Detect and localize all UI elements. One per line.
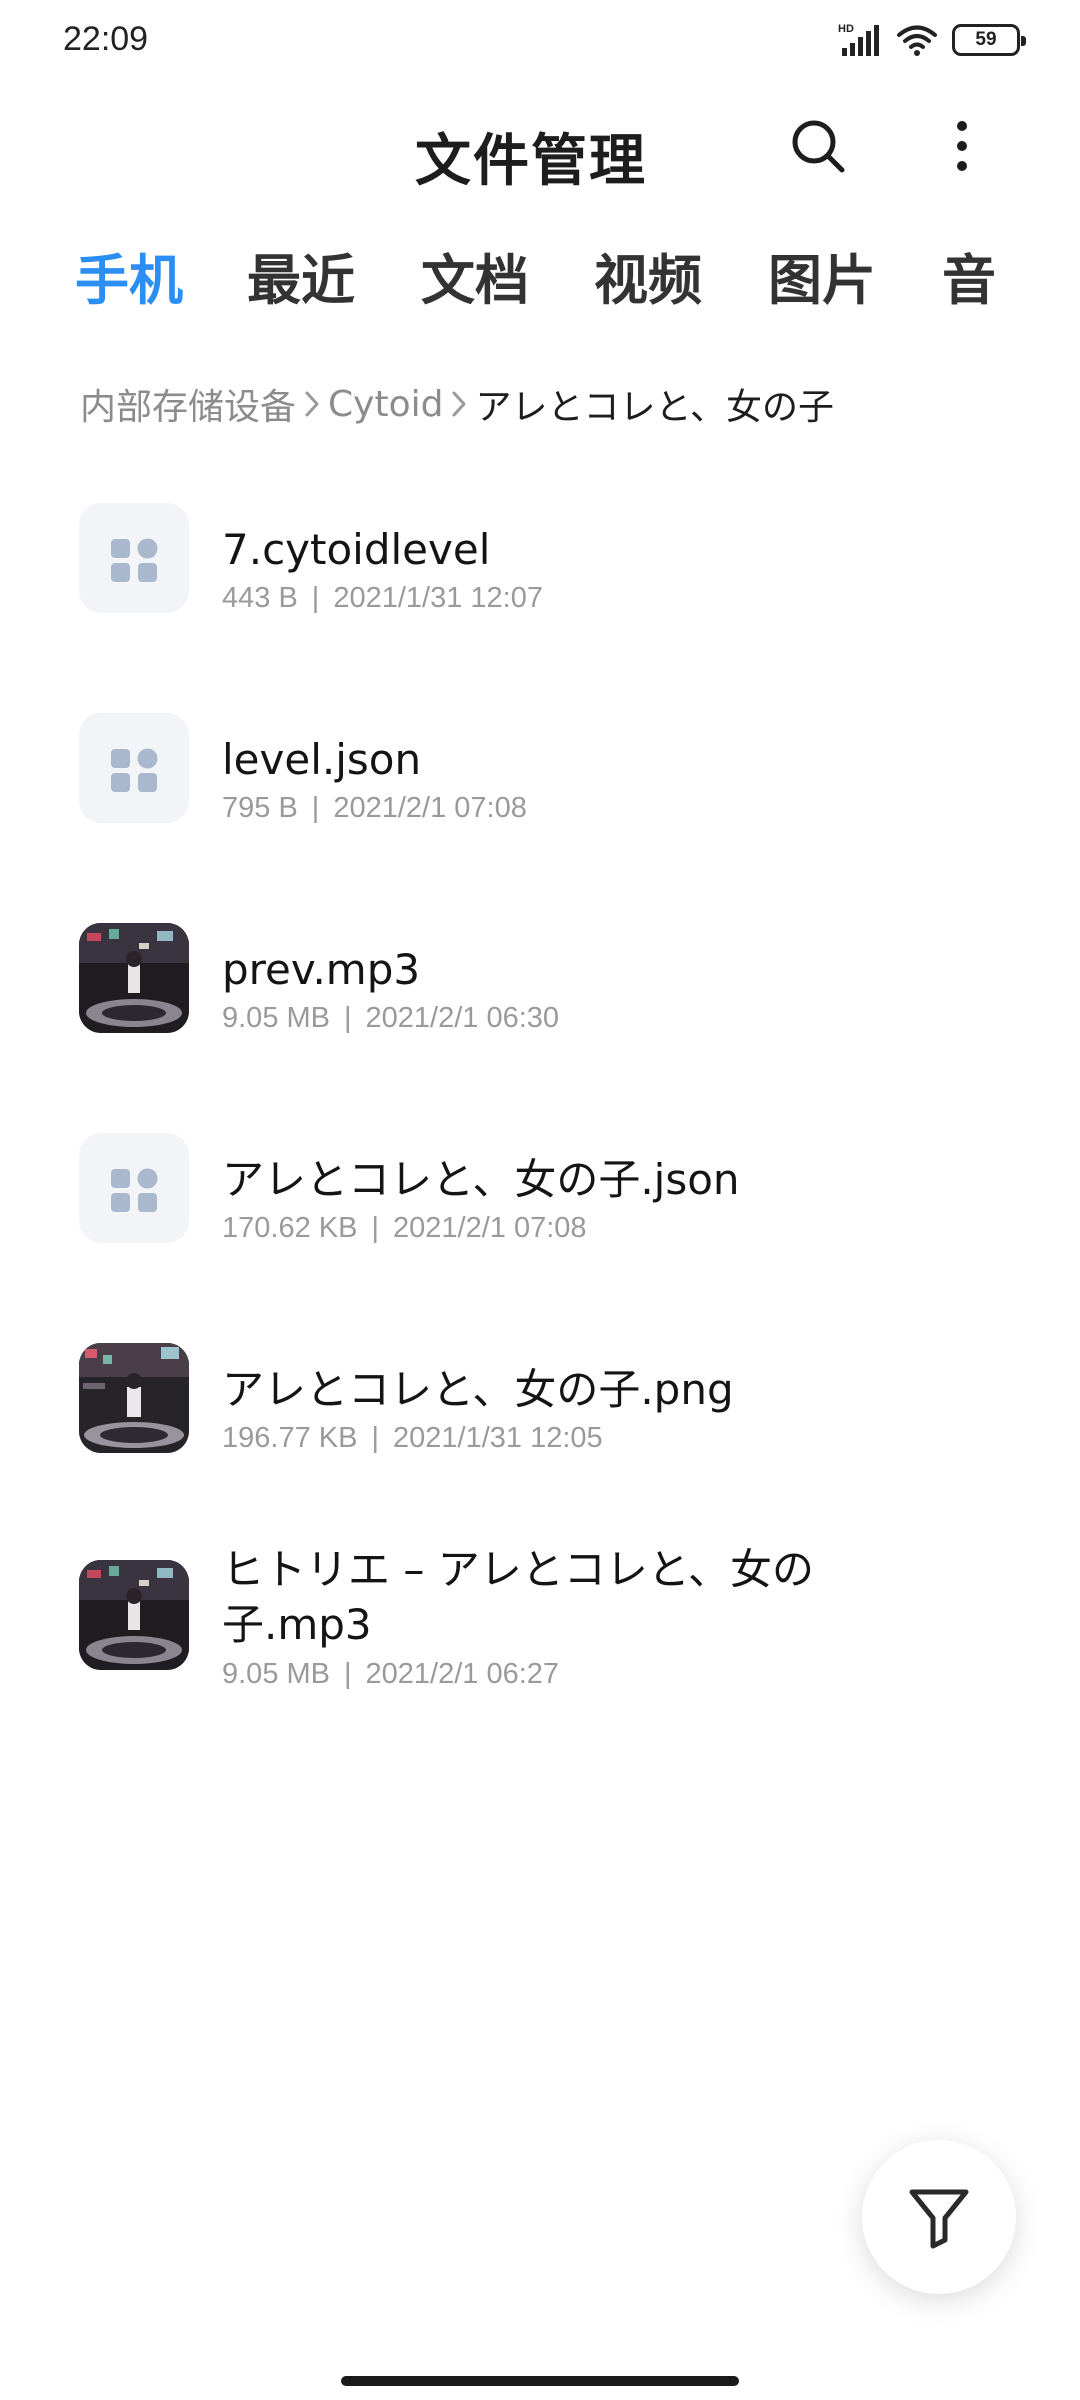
file-thumbnail — [79, 713, 189, 823]
meta-separator: | — [344, 1002, 352, 1034]
file-name: アレとコレと、女の子.png — [222, 1365, 734, 1414]
file-name: level.json — [222, 735, 422, 784]
file-name-line: ヒトリエ – アレとコレと、女の — [222, 1545, 815, 1594]
status-bar: 22:09 HD 59 — [0, 0, 1080, 84]
file-row[interactable]: prev.mp3 9.05 MB | 2021/2/1 06:30 — [0, 910, 1080, 1080]
more-options-button[interactable] — [930, 114, 994, 178]
file-size: 9.05 MB — [222, 1002, 330, 1034]
file-thumbnail — [79, 503, 189, 613]
battery-level: 59 — [975, 29, 997, 50]
meta-separator: | — [371, 1212, 379, 1244]
file-name: ヒトリエ – アレとコレと、女の 子.mp3 — [222, 1542, 822, 1652]
tab-audio[interactable]: 音 — [942, 236, 996, 315]
meta-separator: | — [311, 792, 320, 824]
battery-icon: 59 — [952, 24, 1026, 56]
album-art-thumbnail — [79, 1560, 189, 1670]
file-row[interactable]: アレとコレと、女の子.json 170.62 KB | 2021/2/1 07:08 — [0, 1120, 1080, 1290]
chevron-right-icon — [452, 391, 466, 417]
search-button[interactable] — [786, 114, 850, 178]
status-time: 22:09 — [63, 20, 149, 58]
filter-icon — [909, 2189, 969, 2249]
file-meta: 443 B | 2021/1/31 12:07 — [222, 582, 543, 615]
file-meta: 795 B | 2021/2/1 07:08 — [222, 792, 527, 825]
file-meta: 9.05 MB | 2021/2/1 06:30 — [222, 1002, 559, 1035]
breadcrumb: 内部存储设备 Cytoid アレとコレと、女の子 — [80, 376, 834, 432]
chevron-right-icon — [305, 391, 319, 417]
tab-documents[interactable]: 文档 — [421, 236, 529, 315]
tab-phone[interactable]: 手机 — [75, 236, 183, 315]
file-date: 2021/2/1 06:30 — [365, 1002, 560, 1034]
app-grid-icon — [111, 538, 158, 582]
file-row[interactable]: ヒトリエ – アレとコレと、女の 子.mp3 9.05 MB | 2021/2/1 … — [0, 1540, 1080, 1740]
album-art-thumbnail — [79, 923, 189, 1033]
meta-separator: | — [311, 582, 320, 614]
file-date: 2021/1/31 12:05 — [393, 1422, 603, 1454]
wifi-icon — [897, 25, 937, 56]
file-name: アレとコレと、女の子.json — [222, 1155, 740, 1204]
file-size: 170.62 KB — [222, 1212, 358, 1244]
title-bar: 文件管理 — [0, 96, 1080, 200]
category-tabs: 手机 最近 文档 视频 图片 音 — [0, 236, 1080, 316]
more-vertical-icon — [957, 121, 967, 171]
image-thumbnail — [79, 1343, 189, 1453]
file-thumbnail — [79, 1343, 189, 1453]
file-date: 2021/1/31 12:07 — [333, 582, 543, 614]
status-icons: HD 59 — [838, 22, 1026, 58]
breadcrumb-item-internal-storage[interactable]: 内部存储设备 — [80, 378, 296, 430]
home-indicator[interactable] — [341, 2376, 739, 2386]
file-thumbnail — [79, 923, 189, 1033]
app-grid-icon — [111, 1168, 158, 1212]
signal-icon: HD — [838, 23, 879, 56]
meta-separator: | — [344, 1658, 352, 1690]
breadcrumb-item-cytoid[interactable]: Cytoid — [328, 384, 443, 425]
filter-button[interactable] — [862, 2140, 1016, 2294]
file-size: 196.77 KB — [222, 1422, 358, 1454]
file-size: 9.05 MB — [222, 1658, 330, 1690]
file-row[interactable]: 7.cytoidlevel 443 B | 2021/1/31 12:07 — [0, 490, 1080, 660]
file-meta: 196.77 KB | 2021/1/31 12:05 — [222, 1422, 603, 1455]
page-title: 文件管理 — [415, 129, 647, 194]
tab-videos[interactable]: 视频 — [594, 236, 702, 315]
file-meta: 9.05 MB | 2021/2/1 06:27 — [222, 1658, 559, 1691]
file-size: 795 B — [222, 792, 298, 824]
file-row[interactable]: アレとコレと、女の子.png 196.77 KB | 2021/1/31 12:05 — [0, 1330, 1080, 1500]
file-size: 443 B — [222, 582, 298, 614]
breadcrumb-item-current-folder: アレとコレと、女の子 — [475, 387, 835, 428]
file-thumbnail — [79, 1133, 189, 1243]
file-date: 2021/2/1 06:27 — [365, 1658, 560, 1690]
file-name-line: 子.mp3 — [222, 1600, 372, 1649]
file-date: 2021/2/1 07:08 — [393, 1212, 587, 1244]
file-name: 7.cytoidlevel — [222, 525, 491, 574]
file-thumbnail — [79, 1560, 189, 1670]
tab-images[interactable]: 图片 — [768, 236, 876, 315]
file-row[interactable]: level.json 795 B | 2021/2/1 07:08 — [0, 700, 1080, 870]
meta-separator: | — [371, 1422, 379, 1454]
file-date: 2021/2/1 07:08 — [333, 792, 527, 824]
app-grid-icon — [111, 748, 158, 792]
search-icon — [792, 120, 845, 173]
file-meta: 170.62 KB | 2021/2/1 07:08 — [222, 1212, 587, 1245]
tab-recent[interactable]: 最近 — [247, 236, 355, 315]
file-name: prev.mp3 — [222, 945, 421, 994]
svg-text:HD: HD — [838, 23, 854, 35]
